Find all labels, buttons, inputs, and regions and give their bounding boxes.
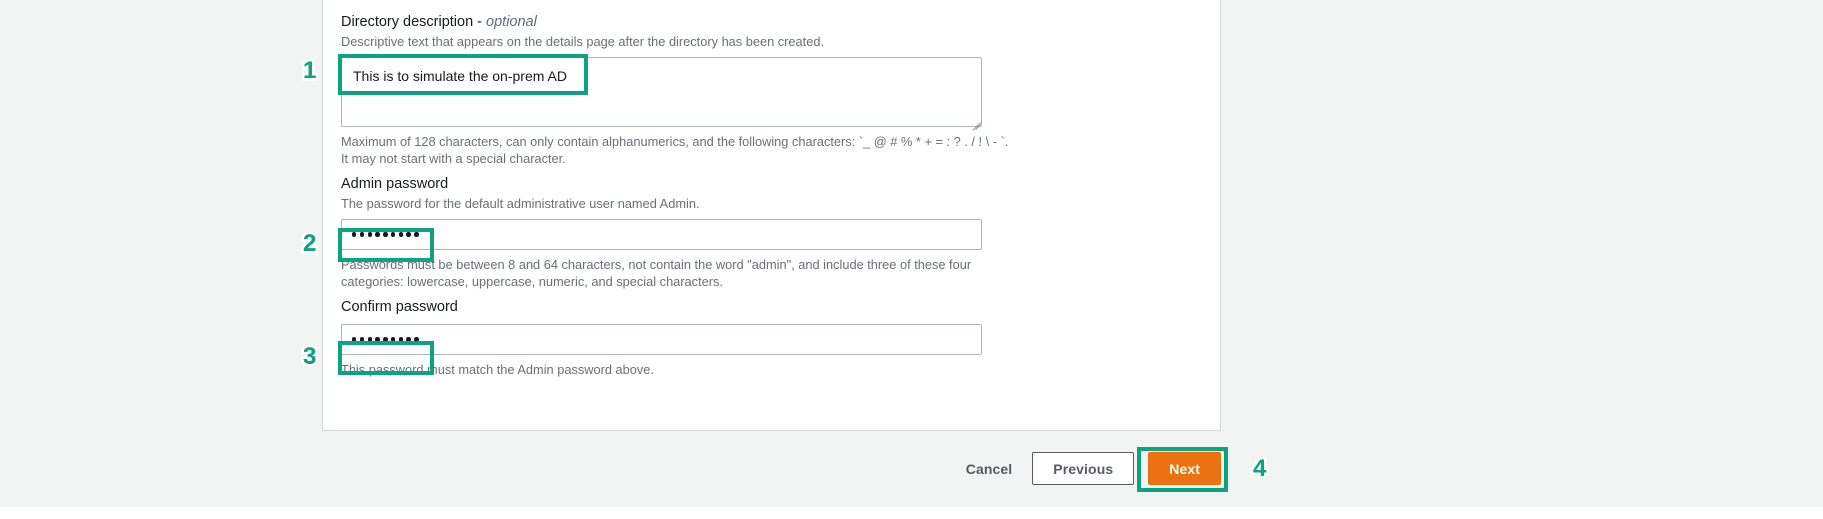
hint-line: It may not start with a special characte… [341, 151, 566, 166]
hint-line: Maximum of 128 characters, can only cont… [341, 134, 1009, 149]
field-directory-description: Directory description - optional Descrip… [341, 12, 1008, 167]
screenshot-root: Directory description - optional Descrip… [0, 0, 1823, 519]
footer-button-row: Cancel Previous Next [960, 452, 1221, 485]
hint-line: categories: lowercase, uppercase, numeri… [341, 274, 723, 289]
page-bottom-strip [0, 507, 1823, 519]
directory-description-label-text: Directory description - [341, 14, 483, 30]
page-background-right [1221, 0, 1823, 507]
admin-password-input[interactable] [341, 219, 982, 250]
field-admin-password: Admin password The password for the defa… [341, 174, 984, 290]
confirm-password-hint: This password must match the Admin passw… [341, 361, 984, 378]
wizard-footer: Cancel Previous Next [322, 452, 1221, 492]
form-card: Directory description - optional Descrip… [322, 0, 1221, 431]
directory-description-textarea[interactable] [341, 57, 982, 127]
admin-password-label: Admin password [341, 176, 449, 192]
hint-line: Passwords must be between 8 and 64 chara… [341, 257, 972, 272]
directory-description-label: Directory description - optional [341, 12, 1008, 32]
hint-line: This password must match the Admin passw… [341, 362, 654, 377]
field-confirm-password: Confirm password This password must matc… [341, 297, 984, 378]
previous-button[interactable]: Previous [1032, 452, 1135, 485]
directory-description-optional-tag: optional [486, 14, 537, 30]
directory-description-hint: Maximum of 128 characters, can only cont… [341, 133, 1008, 167]
directory-description-help: Descriptive text that appears on the det… [341, 34, 825, 49]
admin-password-hint: Passwords must be between 8 and 64 chara… [341, 256, 984, 290]
next-button[interactable]: Next [1148, 452, 1221, 485]
confirm-password-input[interactable] [341, 324, 982, 355]
admin-password-help: The password for the default administrat… [341, 196, 700, 211]
confirm-password-label: Confirm password [341, 299, 458, 315]
cancel-button[interactable]: Cancel [960, 461, 1019, 477]
